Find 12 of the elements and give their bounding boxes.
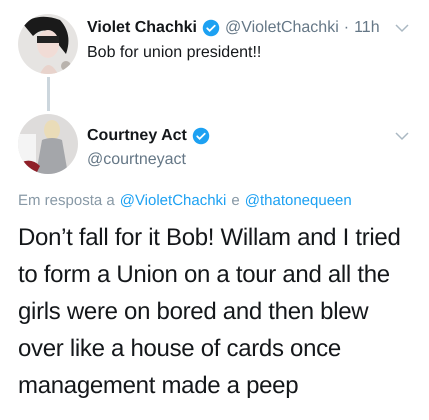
separator: · [344, 18, 350, 38]
author-handle[interactable]: @VioletChachki [224, 16, 339, 40]
reply-label: Em resposta a [18, 191, 115, 211]
conjunction: e [231, 191, 240, 211]
mention-link[interactable]: @VioletChachki [120, 190, 226, 212]
author-name[interactable]: Violet Chachki [87, 16, 197, 40]
tweet-text: Bob for union president!! [87, 43, 262, 63]
author-handle[interactable]: @courtneyact [87, 148, 409, 172]
author-name[interactable]: Courtney Act [87, 124, 187, 148]
tweet-text: Don’t fall for it Bob! Willam and I tried to form a Union on a tour and all the girls were on bored and then blew over like a house of cards once management made a peep [18, 222, 402, 400]
mention-link[interactable]: @thatonequeen [244, 190, 352, 212]
timestamp[interactable]: 11h [354, 16, 380, 40]
